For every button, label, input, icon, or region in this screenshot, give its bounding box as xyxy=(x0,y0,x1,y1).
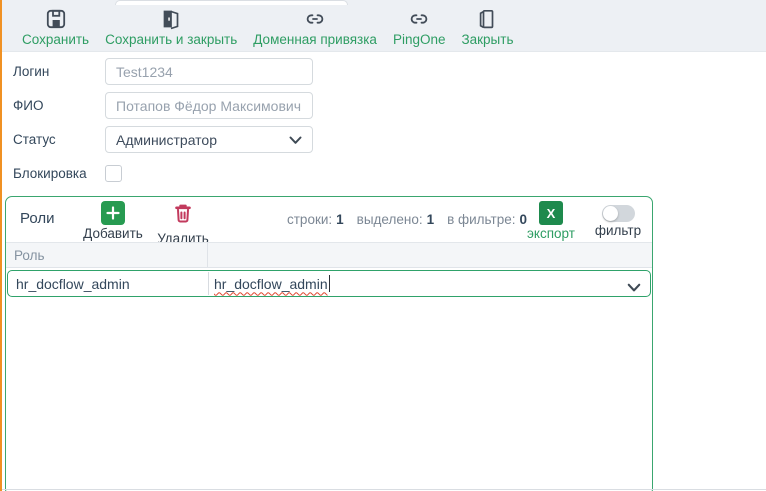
column-separator xyxy=(207,243,208,267)
excel-export-icon: X xyxy=(539,201,563,225)
selected-counter: выделено: 1 xyxy=(356,212,435,227)
login-label: Логин xyxy=(13,64,50,79)
role-row-editing[interactable]: hr_docflow_admin hr_docflow_admin xyxy=(7,270,651,297)
door-exit-icon xyxy=(159,7,183,31)
close-button[interactable]: Закрыть xyxy=(461,7,513,47)
roles-panel-title: Роли xyxy=(20,210,55,227)
filter-label: фильтр xyxy=(594,223,642,238)
export-label: экспорт xyxy=(527,226,575,241)
text-caret xyxy=(328,275,331,292)
block-checkbox[interactable] xyxy=(105,165,122,182)
save-and-close-label: Сохранить и закрыть xyxy=(105,32,238,47)
export-button[interactable]: X экспорт xyxy=(516,201,586,241)
status-label: Статус xyxy=(13,132,56,147)
role-cell-text[interactable]: hr_docflow_admin xyxy=(8,276,130,292)
toggle-off-icon xyxy=(601,205,635,222)
filter-toggle[interactable]: фильтр xyxy=(583,201,653,238)
link-icon xyxy=(407,7,431,31)
column-header-role[interactable]: Роль xyxy=(6,248,45,263)
add-role-button[interactable]: Добавить xyxy=(78,201,148,241)
domain-binding-button[interactable]: Доменная привязка xyxy=(253,7,377,47)
editor-separator xyxy=(208,272,209,295)
window-edge-accent xyxy=(0,0,2,491)
pingone-label: PingOne xyxy=(392,32,446,47)
fio-label: ФИО xyxy=(13,98,44,113)
selected-count: 1 xyxy=(426,212,435,227)
close-button-label: Закрыть xyxy=(461,32,514,47)
fio-row: ФИО xyxy=(0,92,430,119)
pingone-button[interactable]: PingOne xyxy=(392,7,446,47)
link-icon xyxy=(303,7,327,31)
plus-icon xyxy=(101,201,125,225)
status-row: Статус Администратор xyxy=(0,126,430,153)
grid-counters: строки: 1 выделено: 1 в фильтре: 0 xyxy=(287,212,527,227)
window-bottom-edge xyxy=(0,489,766,490)
trash-icon xyxy=(171,201,195,230)
user-form: Логин ФИО Статус Администратор Блокировк… xyxy=(0,52,430,187)
chevron-down-icon[interactable] xyxy=(627,280,641,298)
floppy-save-icon xyxy=(44,7,68,31)
block-row: Блокировка xyxy=(0,160,430,187)
fio-input[interactable] xyxy=(105,92,313,119)
role-editor[interactable]: hr_docflow_admin xyxy=(214,271,331,296)
role-editor-text[interactable]: hr_docflow_admin xyxy=(214,276,328,292)
block-label: Блокировка xyxy=(13,166,87,181)
rows-counter: строки: 1 xyxy=(287,212,344,227)
delete-role-button[interactable]: Удалить xyxy=(148,201,218,246)
save-button-label: Сохранить xyxy=(22,32,90,47)
chevron-down-icon xyxy=(289,132,302,148)
roles-panel: Роли Добавить Удалить строки: 1 выделено… xyxy=(5,196,653,491)
status-value: Администратор xyxy=(116,131,218,148)
grid-header-row: Роль xyxy=(6,242,652,268)
roles-panel-header: Роли Добавить Удалить строки: 1 выделено… xyxy=(6,197,653,246)
login-input[interactable] xyxy=(105,58,313,85)
toolbar: Сохранить Сохранить и закрыть Доменная п… xyxy=(0,0,766,52)
door-close-icon xyxy=(475,7,499,31)
status-select[interactable]: Администратор xyxy=(105,126,313,153)
login-row: Логин xyxy=(0,58,430,85)
tab-strip xyxy=(115,0,348,5)
save-button[interactable]: Сохранить xyxy=(22,7,89,47)
rows-count: 1 xyxy=(336,212,344,227)
add-role-label: Добавить xyxy=(83,226,143,241)
domain-binding-label: Доменная привязка xyxy=(253,32,377,47)
save-and-close-button[interactable]: Сохранить и закрыть xyxy=(105,7,237,47)
